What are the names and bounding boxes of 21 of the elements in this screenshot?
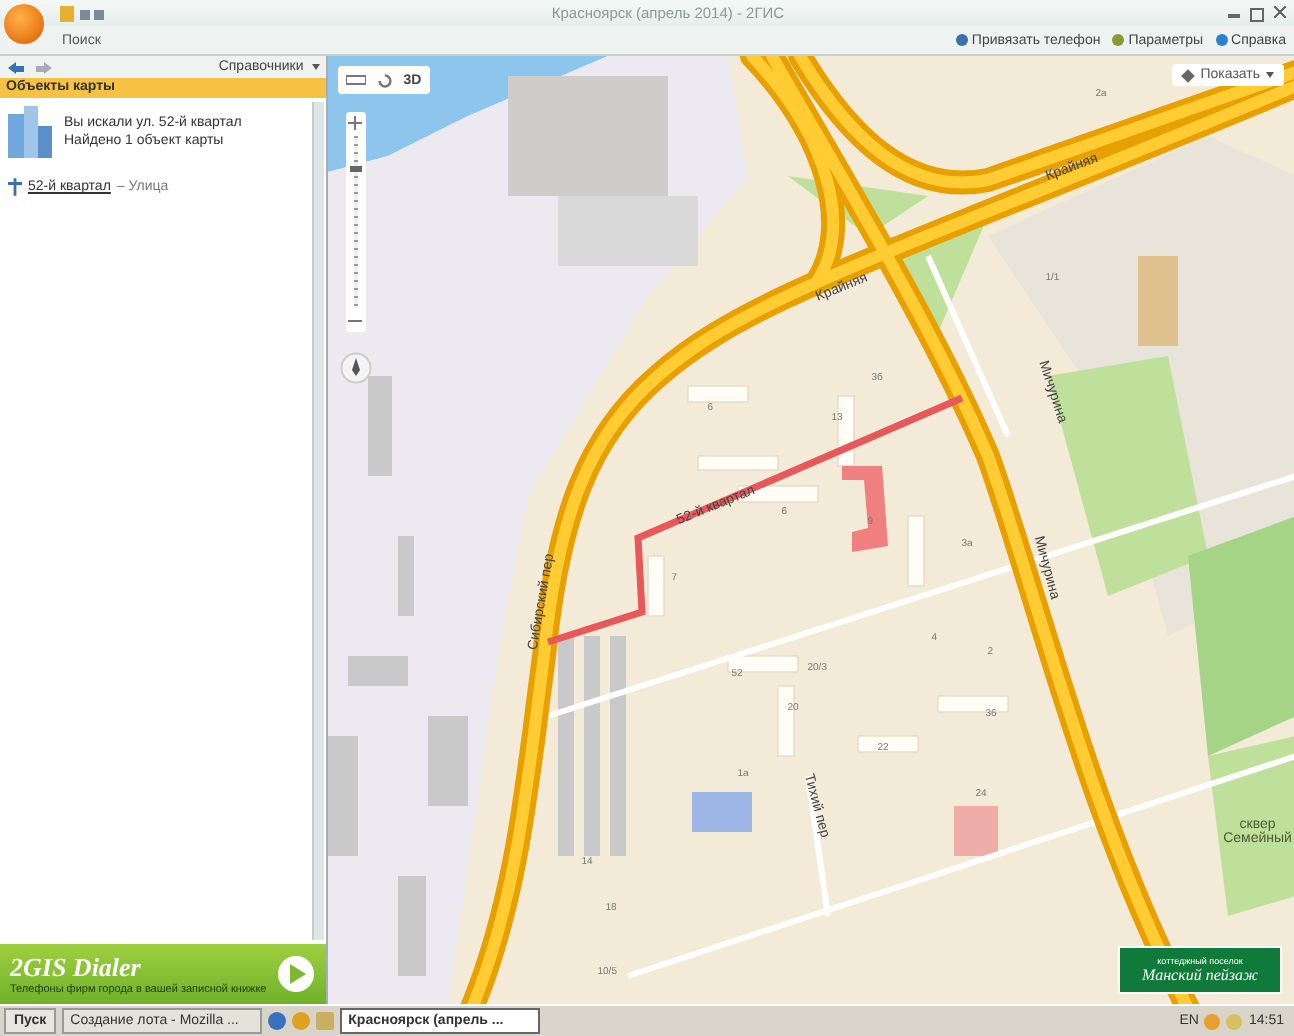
caret-icon[interactable] bbox=[311, 64, 320, 70]
banner-title: 2GIS Dialer bbox=[10, 952, 143, 984]
ruler-icon[interactable] bbox=[345, 74, 366, 86]
close-icon[interactable] bbox=[1274, 5, 1286, 17]
slider-thumb[interactable] bbox=[349, 166, 362, 173]
play-icon bbox=[275, 954, 316, 994]
compass-icon[interactable] bbox=[339, 352, 372, 384]
minimize-icon[interactable] bbox=[1228, 13, 1240, 17]
ad-title: Манский пейзаж bbox=[1142, 966, 1258, 984]
scrollbar[interactable] bbox=[311, 102, 324, 940]
caret-icon bbox=[1266, 72, 1274, 78]
quick-access-icon[interactable] bbox=[60, 5, 108, 21]
buildings-icon bbox=[8, 106, 52, 158]
zoom-slider[interactable] bbox=[345, 112, 366, 332]
zoom-in-icon[interactable] bbox=[348, 116, 363, 130]
zoom-out-icon[interactable] bbox=[348, 314, 363, 328]
street-sign-icon bbox=[8, 178, 22, 196]
maximize-icon[interactable] bbox=[1250, 7, 1264, 21]
back-icon[interactable] bbox=[6, 59, 26, 75]
rotate-icon[interactable] bbox=[375, 71, 394, 89]
app-logo-icon[interactable] bbox=[4, 4, 44, 44]
